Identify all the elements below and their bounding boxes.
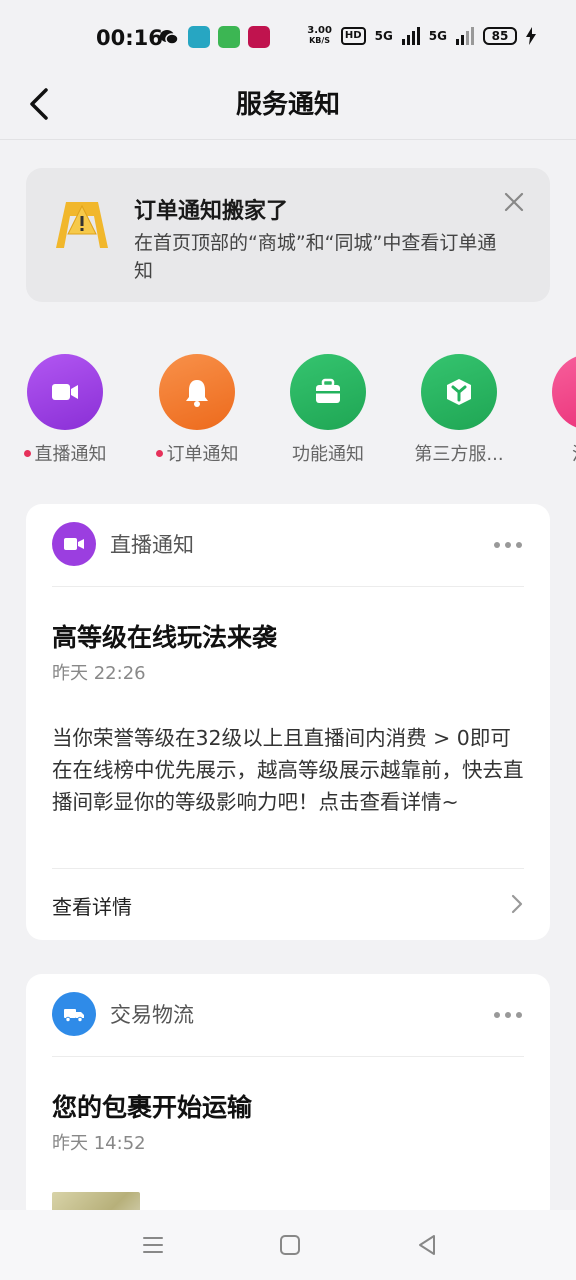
card-category-name: 交易物流	[110, 1003, 194, 1027]
message-app-icon	[218, 26, 240, 48]
signal-5g-label-1: 5G	[374, 29, 393, 43]
delivery-truck-icon	[64, 1009, 84, 1023]
card-category-name: 直播通知	[110, 533, 194, 557]
card-title: 您的包裹开始运输	[52, 1093, 253, 1122]
bell-icon	[186, 380, 208, 407]
status-indicators: 3.00 KB/S HD 5G 5G 85	[307, 26, 536, 46]
chevron-right-icon[interactable]	[510, 893, 524, 915]
unread-dot	[155, 449, 163, 457]
category-activity-icon-bg	[552, 354, 576, 430]
briefcase-icon	[316, 378, 340, 403]
tiktok-app-icon	[248, 26, 270, 48]
battery-level: 85	[483, 27, 517, 45]
category-live-icon-bg	[27, 354, 103, 430]
card-category-avatar	[52, 522, 96, 566]
notification-card-live[interactable]: 直播通知 高等级在线玩法来袭 昨天 22:26 当你荣誉等级在32级以上且直播间…	[26, 504, 550, 940]
more-options-icon[interactable]	[494, 542, 522, 548]
banner-title: 订单通知搬家了	[134, 199, 289, 224]
category-live-label-row: 直播通知	[10, 440, 120, 464]
cube-icon	[447, 379, 471, 405]
top-app-bar: 服务通知	[0, 70, 576, 140]
warning-sign-icon	[56, 202, 108, 248]
video-camera-icon	[52, 384, 78, 400]
network-speed: 3.00 KB/S	[307, 26, 332, 46]
banner-text: 在首页顶部的“商城”和“同城”中查看订单通知	[134, 232, 497, 282]
signal-5g-label-2: 5G	[428, 29, 447, 43]
system-navigation-bar	[0, 1210, 576, 1280]
home-app-icon	[188, 26, 210, 48]
card-header: 直播通知	[52, 522, 194, 566]
category-function[interactable]: 功能通知	[273, 354, 383, 464]
category-label: 功能通知	[292, 444, 364, 464]
status-time: 00:16	[96, 26, 163, 50]
category-function-label-row: 功能通知	[273, 440, 383, 464]
category-label: 订单通知	[166, 444, 239, 464]
notification-app-icons	[158, 26, 270, 48]
card-divider	[52, 1056, 524, 1057]
close-icon[interactable]	[504, 192, 524, 212]
category-label: 直播通知	[34, 444, 107, 464]
back-triangle-icon[interactable]	[414, 1232, 440, 1258]
signal-bars-icon-2	[456, 27, 474, 45]
notification-card-logistics[interactable]: 交易物流 您的包裹开始运输 昨天 14:52	[26, 974, 550, 1232]
page-title: 服务通知	[235, 90, 340, 120]
card-header: 交易物流	[52, 992, 194, 1036]
more-options-icon[interactable]	[494, 1012, 522, 1018]
category-activity[interactable]: 活动	[535, 354, 576, 464]
card-divider	[52, 868, 524, 869]
card-category-avatar	[52, 992, 96, 1036]
home-square-icon[interactable]	[277, 1232, 303, 1258]
signal-bars-icon	[401, 27, 420, 45]
wechat-icon	[160, 30, 179, 45]
unread-dot	[23, 449, 31, 457]
card-divider	[52, 586, 524, 587]
order-notice-banner[interactable]: 订单通知搬家了 在首页顶部的“商城”和“同城”中查看订单通知	[26, 168, 550, 302]
status-bar: 00:16 3.00 KB/S HD 5G 5G 85	[0, 0, 576, 70]
category-third-party-label-row: 第三方服...	[404, 440, 514, 464]
video-camera-icon	[64, 538, 84, 550]
category-label: 活动	[572, 440, 576, 464]
hd-badge: HD	[340, 27, 366, 45]
card-timestamp: 昨天 22:26	[52, 663, 146, 684]
category-activity-label-row: 活动	[535, 440, 576, 464]
network-speed-unit: KB/S	[309, 36, 331, 45]
card-timestamp: 昨天 14:52	[52, 1133, 146, 1154]
category-third-party-icon-bg	[421, 354, 497, 430]
category-order-icon-bg	[159, 354, 235, 430]
card-title: 高等级在线玩法来袭	[52, 623, 278, 652]
category-label: 第三方服...	[414, 444, 504, 464]
view-details-link[interactable]: 查看详情	[52, 891, 132, 920]
category-third-party[interactable]: 第三方服...	[404, 354, 514, 464]
card-body-text: 当你荣誉等级在32级以上且直播间内消费 > 0即可在在线榜中优先展示，越高等级展…	[52, 726, 524, 814]
menu-icon[interactable]	[140, 1232, 166, 1258]
notification-category-row: 直播通知 订单通知 功能通知 第三方服... 活动	[0, 354, 576, 464]
category-order[interactable]: 订单通知	[142, 354, 252, 464]
network-speed-value: 3.00	[307, 25, 332, 36]
category-function-icon-bg	[290, 354, 366, 430]
category-order-label-row: 订单通知	[142, 440, 252, 464]
charging-bolt-icon	[526, 27, 536, 45]
category-live[interactable]: 直播通知	[10, 354, 120, 464]
